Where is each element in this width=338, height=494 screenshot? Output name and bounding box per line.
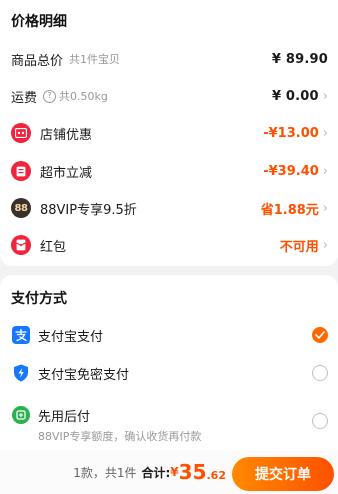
payment-option-alipay-nopwd[interactable]: 支付宝免密支付 bbox=[0, 355, 338, 391]
help-icon[interactable]: ? bbox=[43, 89, 57, 103]
price-detail-card: 价格明细 商品总价 共1件宝贝 ¥ 89.90 运费 ? 共0.50kg ¥ 0… bbox=[0, 0, 338, 266]
chevron-right-icon: › bbox=[322, 88, 328, 104]
pay-later-desc: 88VIP专享额度，确认收货再付款 bbox=[38, 430, 202, 443]
alipay-label: 支付宝支付 bbox=[38, 329, 104, 345]
goods-total-value: ¥ 89.90 bbox=[271, 51, 328, 67]
discount-row-vip[interactable]: 88 88VIP专享9.5折 省1.88元 › bbox=[0, 192, 338, 224]
price-detail-title: 价格明细 bbox=[11, 14, 67, 30]
vip-discount-label: 88VIP专享9.5折 bbox=[40, 202, 137, 218]
chevron-right-icon: › bbox=[322, 237, 328, 253]
radio-selected[interactable] bbox=[312, 327, 328, 343]
pay-later-label: 先用后付 bbox=[38, 410, 91, 425]
alipay-nopwd-label: 支付宝免密支付 bbox=[38, 367, 130, 383]
chevron-right-icon: › bbox=[322, 125, 328, 141]
shipping-row[interactable]: 运费 ? 共0.50kg ¥ 0.00 › bbox=[0, 80, 338, 112]
discount-row-supermarket[interactable]: 超市立减 -¥39.40 › bbox=[0, 155, 338, 187]
goods-total-label: 商品总价 bbox=[11, 53, 64, 69]
shop-coupon-label: 店铺优惠 bbox=[40, 127, 93, 143]
shipping-sub: 共0.50kg bbox=[59, 90, 108, 103]
vip-discount-value: 省1.88元 bbox=[260, 202, 319, 218]
total-currency: ¥ bbox=[170, 465, 179, 479]
checkout-footer: 1款，共1件 合计: ¥ 35 .62 提交订单 bbox=[0, 450, 338, 494]
total-decimal: .62 bbox=[206, 468, 227, 482]
shield-icon bbox=[12, 364, 30, 382]
supermarket-discount-value: -¥39.40 bbox=[263, 163, 319, 179]
total-label: 合计: bbox=[141, 465, 171, 480]
shipping-value: ¥ 0.00 bbox=[271, 88, 319, 104]
discount-row-shop[interactable]: 店铺优惠 -¥13.00 › bbox=[0, 117, 338, 149]
goods-total-row: 商品总价 共1件宝贝 ¥ 89.90 bbox=[0, 43, 338, 75]
vip-88-icon: 88 bbox=[11, 198, 31, 218]
radio-unselected[interactable] bbox=[312, 413, 328, 429]
payment-option-alipay[interactable]: 支付宝支付 bbox=[0, 317, 338, 353]
total-integer: 35 bbox=[178, 460, 207, 484]
supermarket-discount-label: 超市立减 bbox=[40, 165, 93, 181]
pay-later-icon bbox=[12, 406, 30, 424]
order-summary: 1款，共1件 合计: ¥ 35 .62 bbox=[73, 450, 226, 494]
chevron-right-icon: › bbox=[322, 200, 328, 216]
payment-method-card: 支付方式 支付宝支付 支付宝免密支付 先用后付 88VIP专享额度，确认收货再付… bbox=[0, 275, 338, 450]
discount-row-red-packet[interactable]: 红包 不可用 › bbox=[0, 229, 338, 261]
goods-total-sub: 共1件宝贝 bbox=[69, 53, 121, 66]
alipay-icon bbox=[12, 326, 30, 344]
red-packet-value: 不可用 bbox=[279, 239, 319, 255]
payment-option-pay-later[interactable]: 先用后付 88VIP专享额度，确认收货再付款 bbox=[0, 397, 338, 445]
shipping-label: 运费 bbox=[11, 90, 38, 106]
item-count: 1款，共1件 bbox=[73, 465, 137, 480]
chevron-right-icon: › bbox=[322, 163, 328, 179]
shop-coupon-value: -¥13.00 bbox=[263, 125, 319, 141]
red-packet-icon bbox=[11, 235, 31, 255]
shop-coupon-icon bbox=[11, 123, 31, 143]
radio-unselected[interactable] bbox=[312, 365, 328, 381]
supermarket-discount-icon bbox=[11, 161, 31, 181]
red-packet-label: 红包 bbox=[40, 239, 67, 255]
submit-order-button[interactable]: 提交订单 bbox=[232, 457, 334, 491]
payment-method-title: 支付方式 bbox=[11, 291, 67, 307]
